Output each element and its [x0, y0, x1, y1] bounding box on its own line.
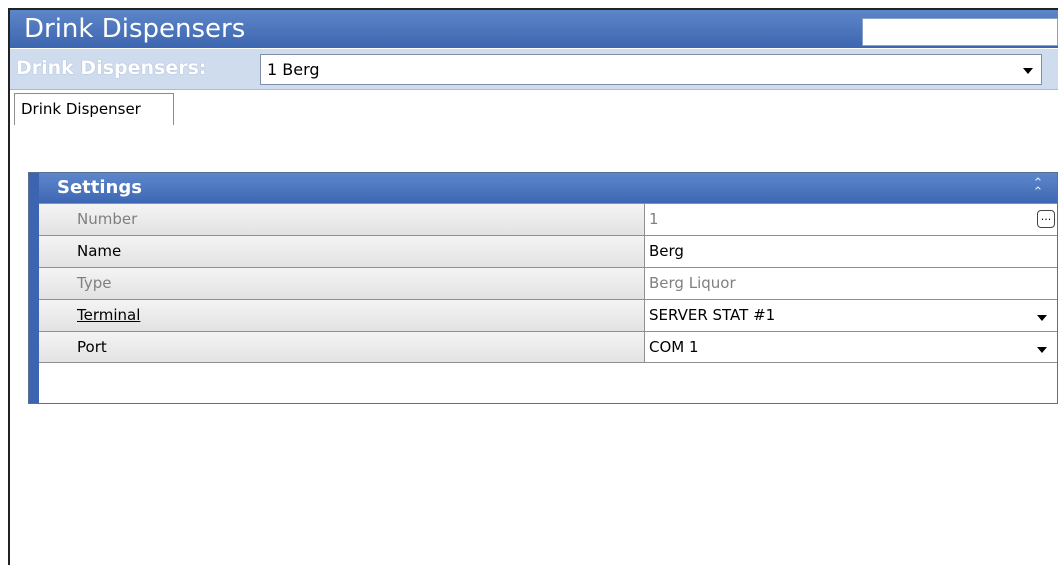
property-value: COM 1 [649, 338, 699, 356]
port-dropdown[interactable]: COM 1 [645, 332, 1057, 363]
ellipsis-button[interactable]: ... [1037, 210, 1055, 228]
double-chevron-up-icon[interactable]: ⌃ ⌃ [1031, 177, 1045, 199]
property-label: Name [77, 242, 122, 260]
property-row-type: Type Berg Liquor [39, 267, 1057, 299]
page-title: Drink Dispensers [24, 14, 246, 44]
property-label-cell: Type [39, 268, 645, 299]
record-selector-value: 1 Berg [267, 60, 320, 79]
terminal-link[interactable]: Terminal [77, 300, 140, 331]
name-field[interactable]: Berg [645, 236, 1057, 267]
chevron-down-icon[interactable] [1037, 315, 1047, 321]
property-label-cell: Number [39, 204, 645, 235]
tab-label: Drink Dispenser [21, 100, 141, 118]
property-row-name: Name Berg [39, 235, 1057, 267]
chevron-down-icon[interactable] [1023, 68, 1033, 74]
tab-content: Settings ⌃ ⌃ Number 1 ... Name Berg Type… [10, 125, 1058, 565]
property-value: Berg Liquor [649, 274, 736, 292]
property-row-terminal: Terminal SERVER STAT #1 [39, 299, 1057, 331]
property-label: Port [77, 338, 107, 356]
property-label-cell: Terminal [39, 300, 645, 331]
property-label-cell: Name [39, 236, 645, 267]
property-value: SERVER STAT #1 [649, 306, 776, 324]
settings-grid: Settings ⌃ ⌃ Number 1 ... Name Berg Type… [28, 172, 1058, 404]
tab-strip: Drink Dispenser [10, 90, 1058, 127]
terminal-dropdown[interactable]: SERVER STAT #1 [645, 300, 1057, 331]
property-row-port: Port COM 1 [39, 331, 1057, 363]
title-search-input[interactable] [862, 18, 1058, 46]
property-label: Number [77, 210, 138, 228]
chevron-down-icon[interactable] [1037, 347, 1047, 353]
property-value: 1 [649, 210, 659, 228]
app-window: Drink Dispensers Drink Dispensers: 1 Ber… [8, 8, 1058, 565]
property-value: Berg [649, 242, 684, 260]
title-bar: Drink Dispensers [10, 10, 1058, 48]
property-label-cell: Port [39, 332, 645, 363]
record-selector-dropdown[interactable]: 1 Berg [260, 54, 1042, 85]
record-selector-label: Drink Dispensers: [16, 57, 207, 79]
group-accent-stripe [29, 173, 39, 403]
grid-bottom-divider [39, 362, 1057, 363]
property-label: Type [77, 274, 112, 292]
settings-group-title: Settings [57, 177, 142, 198]
settings-group-header[interactable]: Settings ⌃ ⌃ [39, 173, 1057, 203]
property-row-number: Number 1 ... [39, 203, 1057, 235]
property-value-cell[interactable]: 1 ... [645, 204, 1057, 235]
property-value-cell: Berg Liquor [645, 268, 1057, 299]
record-selector-bar: Drink Dispensers: 1 Berg [10, 48, 1058, 90]
tab-drink-dispenser[interactable]: Drink Dispenser [14, 93, 174, 127]
